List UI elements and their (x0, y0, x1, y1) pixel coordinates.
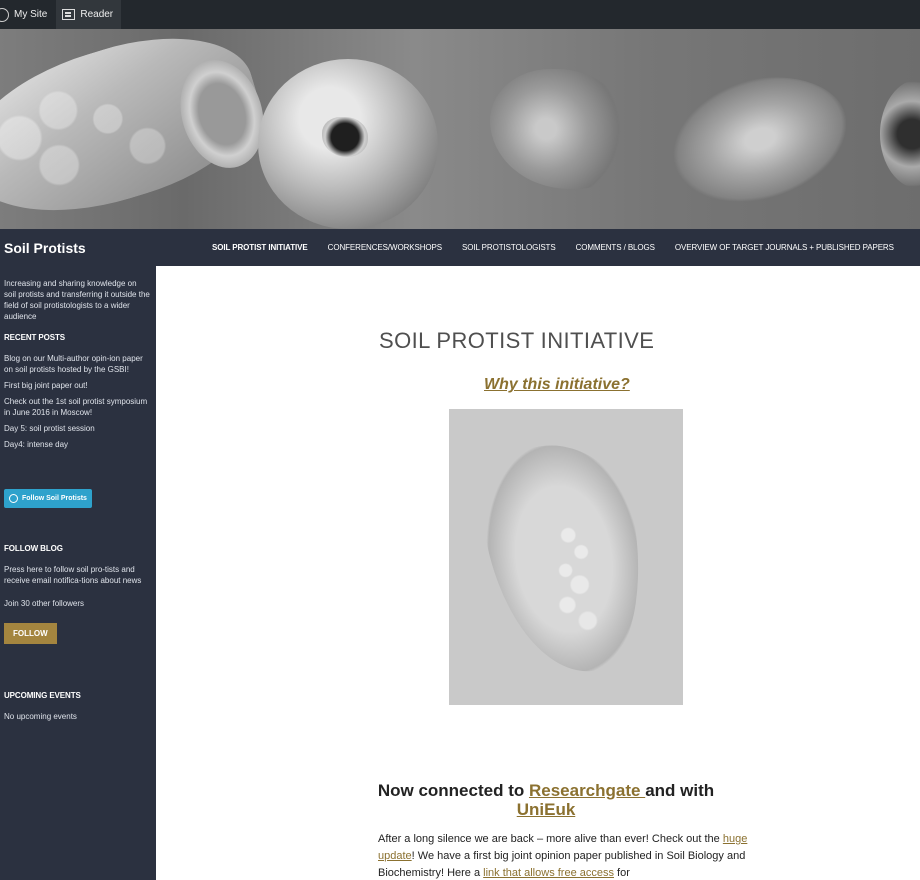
admin-bar: My Site Reader (0, 0, 920, 29)
researchgate-link[interactable]: Researchgate (529, 781, 645, 800)
post-title: Now connected to Researchgate and with U… (346, 781, 746, 819)
amoeba-micrograph-image[interactable] (449, 409, 683, 705)
nav-item-soil-protistologists[interactable]: SOIL PROTISTOLOGISTS (462, 243, 556, 252)
upcoming-events-widget: UPCOMING EVENTS No upcoming events (4, 690, 150, 722)
my-site-button[interactable]: My Site (0, 0, 56, 29)
my-site-label: My Site (14, 9, 48, 20)
main-content: SOIL PROTIST INITIATIVE Why this initiat… (156, 266, 920, 880)
recent-post-link[interactable]: Day4: intense day (4, 439, 150, 450)
post-body-text: for (614, 867, 630, 879)
followers-count-text: Join 30 other followers (4, 599, 85, 608)
recent-post-link[interactable]: Check out the 1st soil protist symposium… (4, 396, 150, 418)
unieuk-link[interactable]: UniEuk (517, 800, 576, 819)
amoeba-cell (473, 434, 655, 684)
upcoming-events-heading: UPCOMING EVENTS (4, 691, 81, 700)
site-title[interactable]: Soil Protists (4, 240, 86, 256)
upcoming-events-text: No upcoming events (4, 712, 77, 721)
post-body-text: After a long silence we are back – more … (378, 833, 723, 845)
follow-button[interactable]: FOLLOW (4, 623, 57, 644)
main-navigation: Soil Protists SOIL PROTIST INITIATIVE CO… (0, 229, 920, 266)
recent-post-link[interactable]: First big joint paper out! (4, 380, 150, 391)
post-title-prefix: Now connected to (377, 781, 529, 800)
recent-post-link[interactable]: Day 5: soil protist session (4, 423, 150, 434)
site-description: Increasing and sharing knowledge on soil… (4, 279, 150, 321)
protist-image-5 (880, 79, 920, 189)
reader-icon (62, 9, 76, 20)
wordpress-icon (9, 494, 18, 503)
recent-post-link[interactable]: Blog on our Multi-author opin-ion paper … (4, 353, 150, 375)
nav-menu: SOIL PROTIST INITIATIVE CONFERENCES/WORK… (212, 229, 920, 266)
amoeba-image-3 (490, 69, 630, 189)
why-initiative-link[interactable]: Why this initiative? (484, 376, 630, 394)
header-banner-image[interactable] (0, 29, 920, 229)
page-title: SOIL PROTIST INITIATIVE (379, 328, 655, 353)
post-body: After a long silence we are back – more … (378, 831, 778, 880)
follow-wordpress-button[interactable]: Follow Soil Protists (4, 489, 92, 508)
free-access-link[interactable]: link that allows free access (483, 867, 614, 879)
reader-button[interactable]: Reader (56, 0, 122, 29)
nav-item-conferences-workshops[interactable]: CONFERENCES/WORKSHOPS (328, 243, 442, 252)
follow-blog-widget: FOLLOW BLOG Press here to follow soil pr… (4, 543, 150, 644)
recent-posts-heading: RECENT POSTS (4, 333, 66, 342)
follow-wordpress-label: Follow Soil Protists (22, 495, 87, 502)
amoeba-image-4 (655, 54, 865, 224)
nav-item-comments-blogs[interactable]: COMMENTS / BLOGS (576, 243, 655, 252)
nav-item-soil-protist-initiative[interactable]: SOIL PROTIST INITIATIVE (212, 243, 308, 252)
sidebar: Increasing and sharing knowledge on soil… (0, 266, 156, 880)
reader-label: Reader (80, 9, 114, 20)
wordpress-logo-icon (0, 7, 9, 22)
follow-blog-heading: FOLLOW BLOG (4, 544, 63, 553)
follow-blog-text: Press here to follow soil pro-tists and … (4, 565, 142, 585)
post-title-middle: and with (645, 781, 715, 800)
nav-item-target-journals[interactable]: OVERVIEW OF TARGET JOURNALS + PUBLISHED … (675, 243, 894, 252)
